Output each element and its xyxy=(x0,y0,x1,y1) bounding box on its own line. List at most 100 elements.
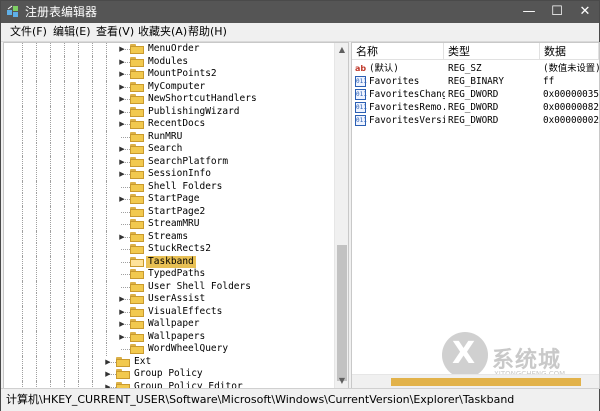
value-row[interactable]: 011FavoritesVersionREG_DWORD 0x00000002 xyxy=(352,114,599,127)
tree-node[interactable]: ▶ MountPoints2 xyxy=(4,68,334,81)
tree-node[interactable]: ▶ Wallpapers xyxy=(4,330,334,343)
tree-node-label[interactable]: RunMRU xyxy=(146,131,184,143)
expand-arrow-icon[interactable]: ▶ xyxy=(104,370,112,379)
tree-node[interactable]: StuckRects2 xyxy=(4,243,334,256)
tree-node-label[interactable]: TypedPaths xyxy=(146,268,207,280)
tree-node[interactable]: ▶ PublishingWizard xyxy=(4,105,334,118)
expand-arrow-icon[interactable]: ▶ xyxy=(118,158,126,167)
tree-node-label[interactable]: Search xyxy=(146,143,184,155)
tree-node-label[interactable]: SessionInfo xyxy=(146,168,213,180)
tree-node[interactable]: ▶ Streams xyxy=(4,230,334,243)
value-row[interactable]: 011FavoritesChangesREG_DWORD 0x00000035 xyxy=(352,88,599,101)
tree-node-label[interactable]: MountPoints2 xyxy=(146,68,219,80)
expand-arrow-icon[interactable]: ▶ xyxy=(118,108,126,117)
folder-icon xyxy=(130,69,144,79)
menu-view[interactable]: 查看(V) xyxy=(93,24,137,40)
value-row[interactable]: 011 Favorites REG_BINARY ff xyxy=(352,75,599,88)
tree-node-label[interactable]: Streams xyxy=(146,231,190,243)
expand-arrow-icon[interactable]: ▶ xyxy=(118,95,126,104)
tree-node[interactable]: ▶ Group Policy xyxy=(4,368,334,381)
tree-guide-line xyxy=(78,218,79,231)
tree-node[interactable]: User Shell Folders xyxy=(4,280,334,293)
expand-arrow-icon[interactable]: ▶ xyxy=(118,145,126,154)
tree-node[interactable]: ▶ Search xyxy=(4,143,334,156)
tree-node-label-selected[interactable]: Taskband xyxy=(146,255,196,268)
value-row[interactable]: 011FavoritesRemo...REG_DWORD 0x00000082 xyxy=(352,101,599,114)
tree-node[interactable]: StreamMRU xyxy=(4,218,334,231)
tree-node-label[interactable]: MyComputer xyxy=(146,81,207,93)
expand-arrow-icon[interactable]: ▶ xyxy=(118,45,126,54)
tree-scroll-thumb[interactable] xyxy=(337,245,347,381)
tree-node[interactable]: ▶ MyComputer xyxy=(4,80,334,93)
menu-edit[interactable]: 编辑(E) xyxy=(50,24,94,40)
scroll-down-arrow-icon[interactable]: ▼ xyxy=(335,374,348,388)
expand-arrow-icon[interactable]: ▶ xyxy=(118,70,126,79)
tree-node-label[interactable]: Wallpaper xyxy=(146,318,201,330)
list-scroll-thumb[interactable] xyxy=(391,378,581,386)
title-bar[interactable]: 注册表编辑器 — ☐ ✕ xyxy=(1,1,599,23)
tree-node-label[interactable]: UserAssist xyxy=(146,293,207,305)
tree-node-label[interactable]: Shell Folders xyxy=(146,181,224,193)
scroll-up-arrow-icon[interactable]: ▲ xyxy=(335,43,348,57)
tree-node[interactable]: StartPage2 xyxy=(4,205,334,218)
expand-arrow-icon[interactable]: ▶ xyxy=(118,233,126,242)
tree-node[interactable]: ▶ NewShortcutHandlers xyxy=(4,93,334,106)
expand-arrow-icon[interactable]: ▶ xyxy=(118,320,126,329)
menu-favorites[interactable]: 收藏夹(A) xyxy=(135,24,190,40)
close-button[interactable]: ✕ xyxy=(571,1,599,23)
tree-node[interactable]: Taskband xyxy=(4,255,334,268)
values-list-pane[interactable]: 名称 类型 数据 ab (默认) REG_SZ (数值未设置) 011 Favorites… xyxy=(351,42,600,389)
expand-arrow-icon[interactable]: ▶ xyxy=(118,195,126,204)
tree-node-label[interactable]: PublishingWizard xyxy=(146,106,242,118)
key-tree-pane[interactable]: ▶ MenuOrder ▶ Modules ▶ MountPoints2 ▶ MyComput… xyxy=(3,42,349,389)
tree-node[interactable]: ▶ StartPage xyxy=(4,193,334,206)
tree-node-label[interactable]: StartPage2 xyxy=(146,206,207,218)
tree-guide-line xyxy=(36,168,37,181)
tree-node[interactable]: TypedPaths xyxy=(4,268,334,281)
expand-arrow-icon[interactable]: ▶ xyxy=(118,170,126,179)
tree-node[interactable]: WordWheelQuery xyxy=(4,343,334,356)
tree-node-label[interactable]: RecentDocs xyxy=(146,118,207,130)
menu-help[interactable]: 帮助(H) xyxy=(185,24,230,40)
expand-arrow-icon[interactable]: ▶ xyxy=(118,308,126,317)
tree-node[interactable]: Shell Folders xyxy=(4,180,334,193)
tree-node-label[interactable]: StuckRects2 xyxy=(146,243,213,255)
minimize-button[interactable]: — xyxy=(515,1,543,23)
column-header-type[interactable]: 类型 xyxy=(444,43,540,60)
tree-node-label[interactable]: Modules xyxy=(146,56,190,68)
expand-arrow-icon[interactable]: ▶ xyxy=(118,58,126,67)
tree-node[interactable]: ▶ SessionInfo xyxy=(4,168,334,181)
tree-node[interactable]: ▶ Ext xyxy=(4,355,334,368)
value-row[interactable]: ab (默认) REG_SZ (数值未设置) xyxy=(352,62,599,75)
list-horizontal-scrollbar[interactable] xyxy=(352,374,599,388)
expand-arrow-icon[interactable]: ▶ xyxy=(104,358,112,367)
tree-node-label[interactable]: Group Policy xyxy=(132,368,205,380)
menu-file[interactable]: 文件(F) xyxy=(7,24,50,40)
tree-node[interactable]: ▶ MenuOrder xyxy=(4,43,334,56)
tree-vertical-scrollbar[interactable]: ▲ ▼ xyxy=(334,43,348,388)
tree-node[interactable]: RunMRU xyxy=(4,130,334,143)
tree-node-label[interactable]: WordWheelQuery xyxy=(146,343,230,355)
column-header-data[interactable]: 数据 xyxy=(540,43,599,60)
column-header-name[interactable]: 名称 xyxy=(352,43,444,60)
maximize-button[interactable]: ☐ xyxy=(543,1,571,23)
tree-node-label[interactable]: NewShortcutHandlers xyxy=(146,93,259,105)
tree-node-label[interactable]: Ext xyxy=(132,356,153,368)
expand-arrow-icon[interactable]: ▶ xyxy=(118,83,126,92)
tree-node[interactable]: ▶ VisualEffects xyxy=(4,305,334,318)
expand-arrow-icon[interactable]: ▶ xyxy=(118,333,126,342)
tree-node[interactable]: ▶ SearchPlatform xyxy=(4,155,334,168)
tree-node[interactable]: ▶ Modules xyxy=(4,55,334,68)
tree-node[interactable]: ▶ RecentDocs xyxy=(4,118,334,131)
tree-node[interactable]: ▶ UserAssist xyxy=(4,293,334,306)
tree-node-label[interactable]: StartPage xyxy=(146,193,201,205)
tree-node-label[interactable]: User Shell Folders xyxy=(146,281,253,293)
tree-node-label[interactable]: Wallpapers xyxy=(146,331,207,343)
tree-node[interactable]: ▶ Wallpaper xyxy=(4,318,334,331)
tree-node-label[interactable]: MenuOrder xyxy=(146,43,201,55)
tree-node-label[interactable]: VisualEffects xyxy=(146,306,224,318)
expand-arrow-icon[interactable]: ▶ xyxy=(118,120,126,129)
expand-arrow-icon[interactable]: ▶ xyxy=(118,295,126,304)
tree-node-label[interactable]: SearchPlatform xyxy=(146,156,230,168)
tree-node-label[interactable]: StreamMRU xyxy=(146,218,201,230)
